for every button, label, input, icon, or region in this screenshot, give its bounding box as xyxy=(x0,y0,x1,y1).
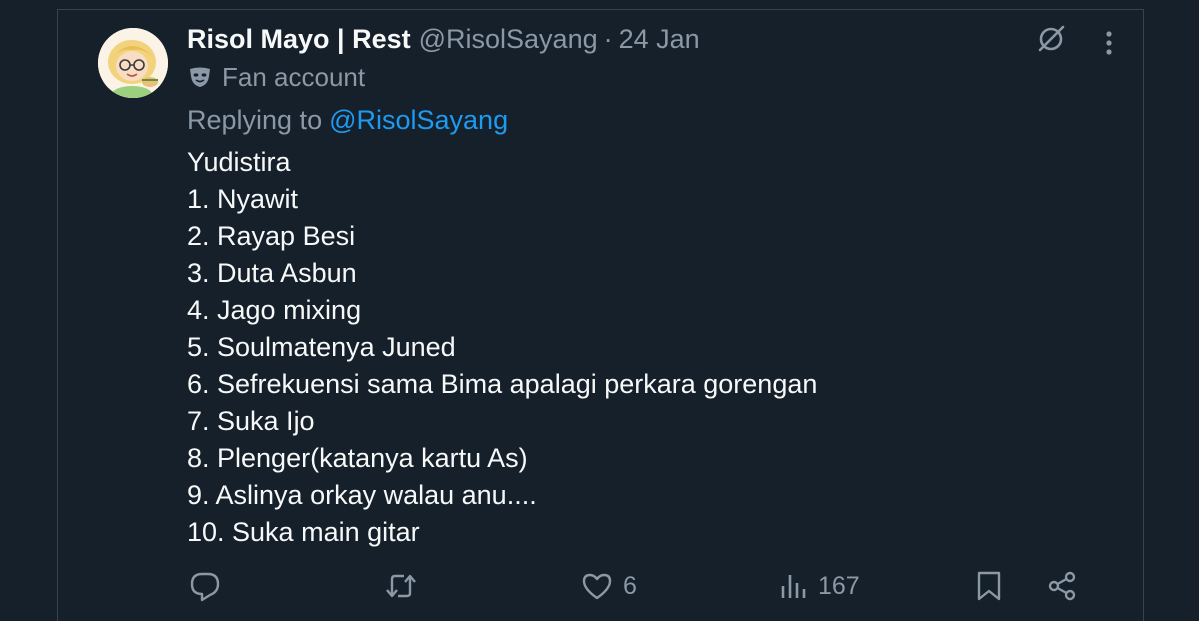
more-options-button[interactable] xyxy=(1094,28,1124,58)
retweet-button[interactable] xyxy=(384,568,418,604)
like-button[interactable]: 6 xyxy=(581,568,637,604)
grok-icon xyxy=(1038,25,1065,52)
account-label: Fan account xyxy=(188,60,365,94)
more-dots-icon xyxy=(1106,31,1112,55)
tweet-line: 2. Rayap Besi xyxy=(187,221,356,251)
views-count: 167 xyxy=(818,571,860,600)
grok-button[interactable] xyxy=(1034,22,1068,56)
tweet-line: 5. Soulmatenya Juned xyxy=(187,332,456,362)
share-icon xyxy=(1048,571,1076,601)
views-button[interactable]: 167 xyxy=(778,568,860,604)
retweet-icon xyxy=(386,574,416,598)
tweet-text: Yudistira 1. Nyawit 2. Rayap Besi 3. Dut… xyxy=(187,144,817,551)
tweet-line: 3. Duta Asbun xyxy=(187,258,357,288)
tweet-date[interactable]: 24 Jan xyxy=(619,24,700,55)
tweet-line: Yudistira xyxy=(187,147,291,177)
tweet-line: 6. Sefrekuensi sama Bima apalagi perkara… xyxy=(187,369,818,399)
display-name[interactable]: Risol Mayo | Rest xyxy=(187,24,411,55)
theater-mask-icon xyxy=(190,67,210,87)
replying-to-prefix: Replying to xyxy=(187,104,323,135)
tweet-line: 8. Plenger(katanya kartu As) xyxy=(187,443,528,473)
bookmark-icon xyxy=(977,571,1001,601)
account-label-text: Fan account xyxy=(222,61,366,92)
tweet-header: Risol Mayo | Rest @RisolSayang · 24 Jan xyxy=(187,22,700,56)
like-count: 6 xyxy=(623,571,637,600)
tweet-line: 4. Jago mixing xyxy=(187,295,362,325)
replying-to-mention[interactable]: @RisolSayang xyxy=(329,105,508,136)
tweet-line: 1. Nyawit xyxy=(187,184,299,214)
tweet-line: 10. Suka main gitar xyxy=(187,517,420,547)
tweet-line: 7. Suka Ijo xyxy=(187,406,315,436)
avatar[interactable] xyxy=(98,28,168,98)
tweet-line: 9. Aslinya orkay walau anu.... xyxy=(187,480,537,510)
avatar-illustration xyxy=(98,28,168,98)
reply-icon xyxy=(190,572,220,602)
separator-dot: · xyxy=(603,23,613,54)
user-handle[interactable]: @RisolSayang xyxy=(419,24,598,55)
share-button[interactable] xyxy=(1046,568,1078,604)
reply-button[interactable] xyxy=(189,568,221,604)
views-icon xyxy=(781,575,806,598)
heart-icon xyxy=(582,573,612,600)
bookmark-button[interactable] xyxy=(975,568,1003,604)
replying-to-line: Replying to @RisolSayang xyxy=(187,103,508,137)
